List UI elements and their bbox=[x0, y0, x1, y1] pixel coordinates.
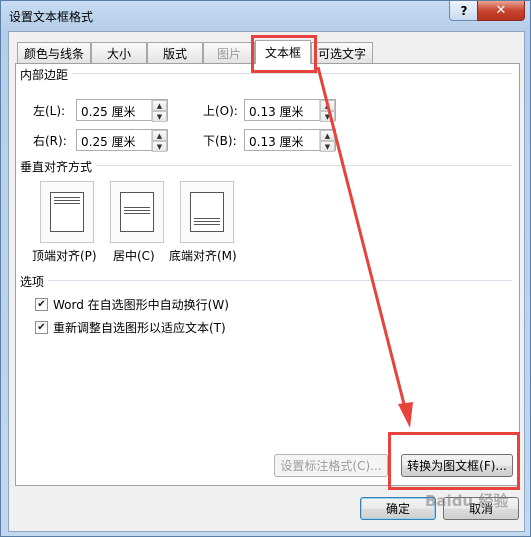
annotation-arrow bbox=[316, 66, 413, 428]
watermark: Baidu 经验 bbox=[425, 492, 509, 510]
